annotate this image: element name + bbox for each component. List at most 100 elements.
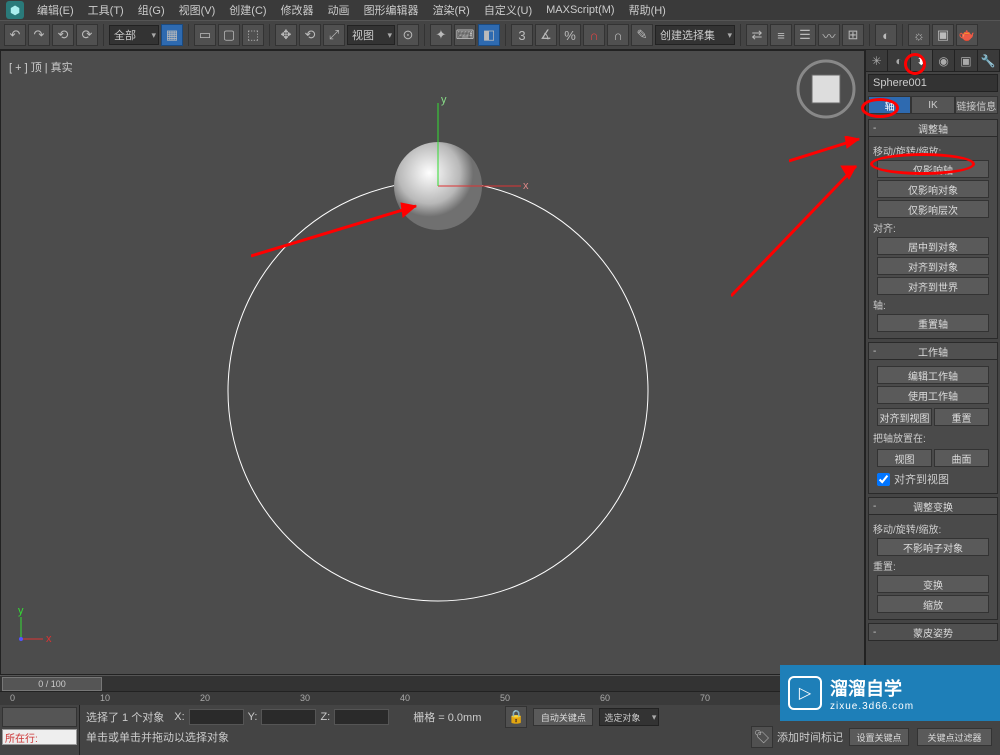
reset-scale-button[interactable]: 缩放 (877, 595, 989, 613)
rollout-working-pivot[interactable]: 工作轴 (868, 342, 998, 360)
link-icon[interactable]: ⟲ (52, 24, 74, 46)
menu-animation[interactable]: 动画 (321, 0, 357, 20)
refcoord-dropdown[interactable]: 视图 (347, 25, 395, 45)
align-to-view-button[interactable]: 对齐到视图 (877, 408, 932, 426)
viewport[interactable]: [ + ] 顶 | 真实 x y x y (0, 50, 865, 675)
reset-transform-button[interactable]: 变换 (877, 575, 989, 593)
subtab-pivot[interactable]: 轴 (868, 96, 911, 114)
tab-utilities-icon[interactable]: 🔧 (978, 50, 1000, 71)
align-to-world-button[interactable]: 对齐到世界 (877, 277, 989, 295)
autokey-button[interactable]: 自动关键点 (533, 708, 593, 726)
render-frame-icon[interactable]: ▣ (932, 24, 954, 46)
selection-filter-dropdown[interactable]: 全部 (109, 25, 159, 45)
unlink-icon[interactable]: ⟳ (76, 24, 98, 46)
y-field[interactable] (261, 709, 316, 725)
menu-create[interactable]: 创建(C) (222, 0, 273, 20)
affect-hierarchy-only-button[interactable]: 仅影响层次 (877, 200, 989, 218)
schematic-icon[interactable]: ⊞ (842, 24, 864, 46)
viewcube[interactable] (796, 59, 856, 119)
place-pivot-label: 把轴放置在: (873, 430, 993, 445)
tab-modify-icon[interactable]: ◐ (888, 50, 910, 71)
subtab-linkinfo[interactable]: 链接信息 (955, 96, 998, 114)
command-panel: ✳ ◐ ⬍ ◉ ▣ 🔧 Sphere001 轴 IK 链接信息 调整轴 移动/旋… (865, 50, 1000, 675)
menu-customize[interactable]: 自定义(U) (477, 0, 539, 20)
edit-named-icon[interactable]: ✎ (631, 24, 653, 46)
rollout-skin-pose[interactable]: 蒙皮姿势 (868, 623, 998, 641)
redo-icon[interactable]: ↷ (28, 24, 50, 46)
pivot-center-icon[interactable]: ⊙ (397, 24, 419, 46)
select-button[interactable]: ▦ (161, 24, 183, 46)
time-slider-thumb[interactable]: 0 / 100 (2, 677, 102, 691)
x-field[interactable] (189, 709, 244, 725)
place-surface-button[interactable]: 曲面 (934, 449, 989, 467)
menu-group[interactable]: 组(G) (131, 0, 172, 20)
menu-grapheditors[interactable]: 图形编辑器 (357, 0, 426, 20)
align-to-view-checkbox[interactable] (877, 473, 890, 486)
lock-icon[interactable]: 🔒 (505, 706, 527, 728)
manipulate-icon[interactable]: ✦ (430, 24, 452, 46)
menu-tools[interactable]: 工具(T) (81, 0, 131, 20)
rollout-adjust-pivot[interactable]: 调整轴 (868, 119, 998, 137)
use-working-pivot-button[interactable]: 使用工作轴 (877, 386, 989, 404)
menu-render[interactable]: 渲染(R) (426, 0, 477, 20)
render-setup-icon[interactable]: ☼ (908, 24, 930, 46)
snap-icon[interactable]: ∩ (583, 24, 605, 46)
select-name-icon[interactable]: ▢ (218, 24, 240, 46)
snap2-icon[interactable]: ∩ (607, 24, 629, 46)
menu-edit[interactable]: 编辑(E) (30, 0, 81, 20)
tab-hierarchy-icon[interactable]: ⬍ (911, 50, 933, 71)
reset-wp-button[interactable]: 重置 (934, 408, 989, 426)
align-to-object-button[interactable]: 对齐到对象 (877, 257, 989, 275)
keyboard-icon[interactable]: ⌨ (454, 24, 476, 46)
scale-icon[interactable]: ⤢ (323, 24, 345, 46)
edit-working-pivot-button[interactable]: 编辑工作轴 (877, 366, 989, 384)
affect-pivot-only-button[interactable]: 仅影响轴 (877, 160, 989, 178)
undo-icon[interactable]: ↶ (4, 24, 26, 46)
menu-bar: ⬢ 编辑(E) 工具(T) 组(G) 视图(V) 创建(C) 修改器 动画 图形… (0, 0, 1000, 20)
tab-motion-icon[interactable]: ◉ (933, 50, 955, 71)
spinner-snap-icon[interactable]: % (559, 24, 581, 46)
addtime-label: 添加时间标记 (777, 729, 843, 745)
select-region-icon[interactable]: ⬚ (242, 24, 264, 46)
object-name-field[interactable]: Sphere001 (868, 74, 998, 92)
rollout-adjust-transform[interactable]: 调整变换 (868, 497, 998, 515)
layers-icon[interactable]: ☰ (794, 24, 816, 46)
named-selection-dropdown[interactable]: 创建选择集 (655, 25, 735, 45)
menu-view[interactable]: 视图(V) (172, 0, 223, 20)
svg-text:y: y (18, 605, 24, 617)
curve-editor-icon[interactable]: 〰 (818, 24, 840, 46)
rotate-icon[interactable]: ⟲ (299, 24, 321, 46)
center-to-object-button[interactable]: 居中到对象 (877, 237, 989, 255)
app-logo: ⬢ (6, 1, 24, 19)
watermark-icon: ▷ (788, 676, 822, 710)
menu-modifiers[interactable]: 修改器 (274, 0, 321, 20)
setkey-button[interactable]: 设置关键点 (849, 728, 909, 746)
move-rotate-scale-label: 移动/旋转/缩放: (873, 143, 993, 158)
menu-maxscript[interactable]: MAXScript(M) (539, 2, 621, 18)
align-icon[interactable]: ≡ (770, 24, 792, 46)
keymode-dropdown[interactable]: 选定对象 (599, 708, 659, 726)
z-field[interactable] (334, 709, 389, 725)
tag-icon[interactable]: 🏷 (751, 726, 773, 748)
render-icon[interactable]: 🫖 (956, 24, 978, 46)
place-view-button[interactable]: 视图 (877, 449, 932, 467)
percent-snap-icon[interactable]: ∡ (535, 24, 557, 46)
affect-object-only-button[interactable]: 仅影响对象 (877, 180, 989, 198)
set-key-btn[interactable] (2, 707, 77, 727)
reset-pivot-button[interactable]: 重置轴 (877, 314, 989, 332)
mrs-label2: 移动/旋转/缩放: (873, 521, 993, 536)
menu-help[interactable]: 帮助(H) (622, 0, 673, 20)
x-label: X: (174, 711, 184, 723)
material-editor-icon[interactable]: ◐ (875, 24, 897, 46)
mirror-icon[interactable]: ⇄ (746, 24, 768, 46)
viewport-canvas: x y x y (1, 51, 864, 674)
keyfilter-button[interactable]: 关键点过滤器 (917, 728, 992, 746)
tab-create-icon[interactable]: ✳ (866, 50, 888, 71)
dont-affect-children-button[interactable]: 不影响子对象 (877, 538, 989, 556)
angle-snap-icon[interactable]: 3 (511, 24, 533, 46)
subtab-ik[interactable]: IK (911, 96, 954, 114)
move-icon[interactable]: ✥ (275, 24, 297, 46)
snap-toggle-icon[interactable]: ◧ (478, 24, 500, 46)
tab-display-icon[interactable]: ▣ (955, 50, 977, 71)
select-object-icon[interactable]: ▭ (194, 24, 216, 46)
